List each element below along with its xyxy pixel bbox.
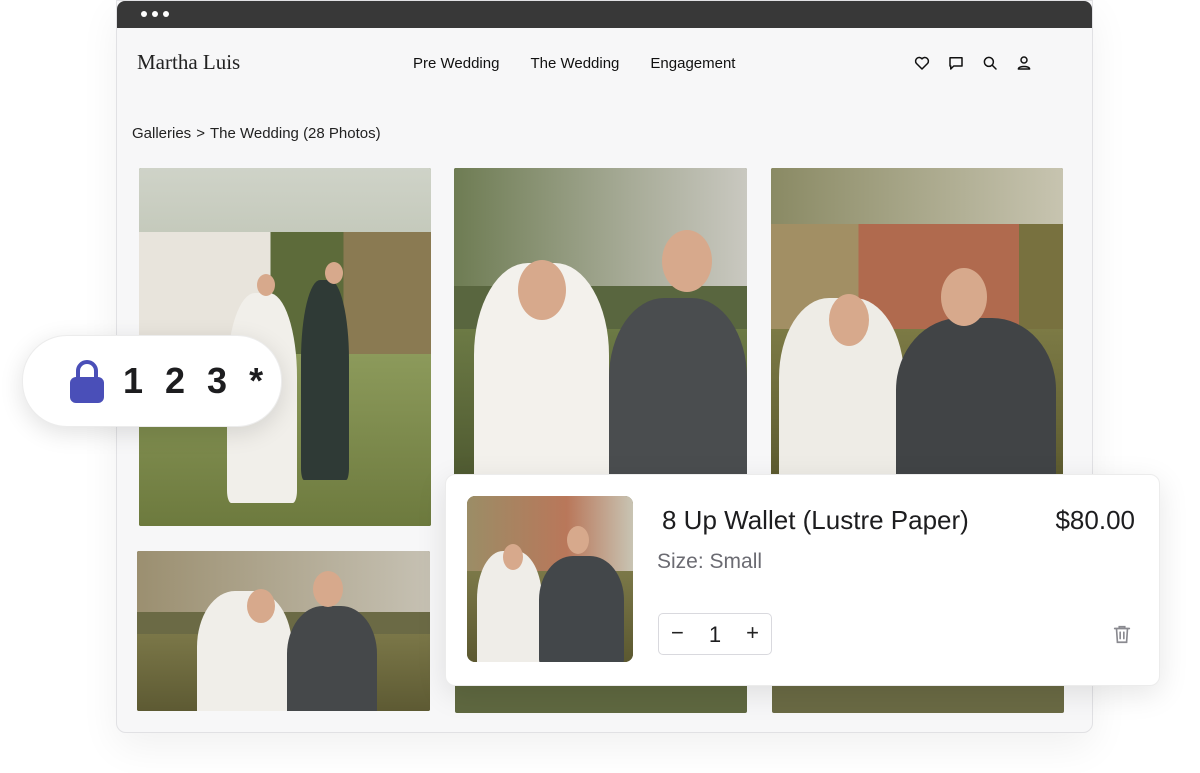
breadcrumb-separator: >	[196, 125, 205, 142]
header-icons	[913, 54, 1033, 72]
product-thumbnail	[467, 496, 633, 662]
window-dot[interactable]	[152, 11, 158, 17]
user-icon[interactable]	[1015, 54, 1033, 72]
window-dots	[141, 11, 169, 17]
password-text: 1 2 3 *	[123, 360, 270, 401]
chat-icon[interactable]	[947, 54, 965, 72]
window-titlebar	[117, 1, 1092, 28]
main-nav: Pre Wedding The Wedding Engagement	[413, 55, 735, 72]
breadcrumb-current: The Wedding (28 Photos)	[209, 125, 381, 142]
quantity-stepper: − 1 +	[658, 613, 772, 655]
lock-icon	[70, 360, 104, 403]
breadcrumb: Galleries > The Wedding (28 Photos)	[132, 125, 381, 142]
increase-quantity-button[interactable]: +	[746, 622, 759, 644]
cart-item-card: 8 Up Wallet (Lustre Paper) $80.00 Size: …	[445, 474, 1160, 686]
gallery-photo-2[interactable]	[454, 168, 747, 478]
breadcrumb-root[interactable]: Galleries	[132, 125, 191, 142]
window-dot[interactable]	[141, 11, 147, 17]
nav-the-wedding[interactable]: The Wedding	[530, 55, 619, 72]
window-dot[interactable]	[163, 11, 169, 17]
password-badge: 1 2 3 *	[22, 335, 282, 427]
nav-engagement[interactable]: Engagement	[650, 55, 735, 72]
trash-icon[interactable]	[1111, 623, 1133, 645]
product-name: 8 Up Wallet (Lustre Paper)	[662, 505, 969, 535]
gallery-photo-3[interactable]	[771, 168, 1063, 478]
search-icon[interactable]	[981, 54, 999, 72]
product-price: $80.00	[1055, 505, 1135, 535]
nav-pre-wedding[interactable]: Pre Wedding	[413, 55, 499, 72]
brand-logo[interactable]: Martha Luis	[137, 50, 240, 75]
heart-icon[interactable]	[913, 54, 931, 72]
gallery-photo-4[interactable]	[137, 551, 430, 711]
product-size: Size: Small	[657, 550, 763, 573]
